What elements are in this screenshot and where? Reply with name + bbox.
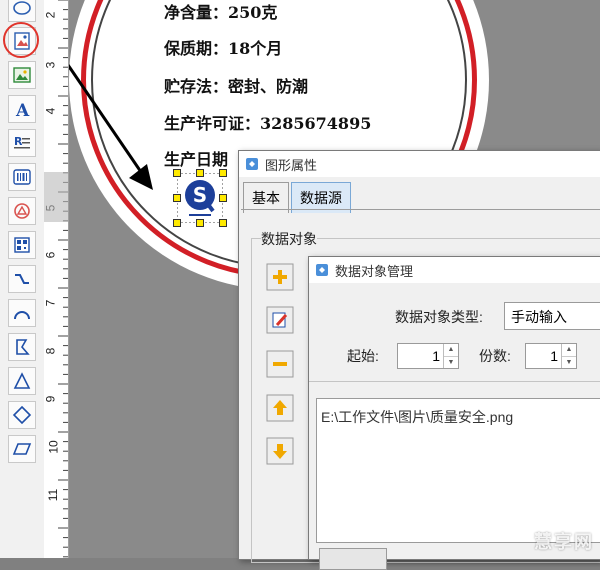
line-icon (15, 274, 29, 284)
content-text: E:\工作文件\图片\质量安全.png (321, 409, 514, 425)
separator (309, 381, 600, 382)
resize-handle[interactable] (196, 219, 204, 227)
ruler-number: 2 (44, 11, 58, 19)
resize-handle[interactable] (196, 169, 204, 177)
ruler-ticks (58, 0, 68, 558)
svg-text:S: S (193, 183, 207, 207)
copies-value: 1 (550, 348, 558, 364)
text-tool[interactable]: A (8, 95, 36, 123)
start-spinner-buttons[interactable]: ▲ ▼ (443, 344, 458, 368)
highlight-circle (3, 22, 39, 58)
svg-text:R: R (14, 135, 23, 148)
dialog-title: 图形属性 (265, 157, 318, 173)
app-icon (316, 264, 328, 276)
add-icon (266, 263, 294, 291)
dialog-titlebar[interactable]: 数据对象管理 (309, 257, 600, 283)
ellipse-tool[interactable] (8, 0, 36, 22)
resize-handle[interactable] (219, 169, 227, 177)
data-object-manager-dialog: 数据对象管理 数据对象类型: 手动输入 起始: 1 ▲ ▼ 份数: 1 ▲ ▼ E:… (308, 256, 600, 570)
dialog-titlebar[interactable]: 图形属性 (239, 151, 600, 177)
picture-tool[interactable] (8, 61, 36, 89)
remove-button[interactable] (266, 350, 294, 378)
dialog-title: 数据对象管理 (335, 263, 414, 279)
shape-tool[interactable] (8, 197, 36, 225)
label-license[interactable]: 生产许可证：3285674895 (164, 110, 371, 134)
spin-down-icon[interactable]: ▼ (562, 357, 576, 369)
resize-handle[interactable] (219, 219, 227, 227)
qr-tool[interactable] (8, 231, 36, 259)
copies-label: 份数: (479, 348, 511, 364)
triangle-icon (13, 372, 31, 389)
start-value: 1 (432, 348, 440, 364)
ruler-selection-marker (44, 172, 68, 222)
rich-text-icon: R (14, 135, 30, 149)
copies-spinner-buttons[interactable]: ▲ ▼ (561, 344, 576, 368)
move-up-button[interactable] (266, 394, 294, 422)
qr-icon (14, 237, 30, 253)
spin-up-icon[interactable]: ▲ (444, 344, 458, 357)
move-down-icon (266, 437, 294, 465)
barcode-icon (13, 169, 31, 185)
spin-up-icon[interactable]: ▲ (562, 344, 576, 357)
data-object-group-label: 数据对象 (261, 229, 317, 249)
diamond-tool[interactable] (8, 401, 36, 429)
ruler-number: 10 (46, 440, 61, 454)
edit-button[interactable] (266, 306, 294, 334)
move-up-icon (266, 394, 294, 422)
type-label: 数据对象类型: (395, 309, 483, 325)
copies-spinner[interactable]: 1 ▲ ▼ (525, 343, 577, 369)
edit-icon (266, 306, 294, 334)
ruler-number: 4 (44, 107, 58, 115)
parallelogram-icon (12, 443, 32, 455)
ruler-number: 3 (44, 61, 58, 69)
add-button[interactable] (266, 263, 294, 291)
polygon-tool[interactable] (8, 333, 36, 361)
rich-text-tool[interactable]: R (8, 129, 36, 157)
text-icon: A (15, 101, 30, 119)
start-spinner[interactable]: 1 ▲ ▼ (397, 343, 459, 369)
type-select[interactable]: 手动输入 (504, 302, 600, 330)
resize-handle[interactable] (173, 169, 181, 177)
ruler-number: 8 (44, 347, 58, 355)
shape-icon (14, 203, 30, 219)
picture-icon (13, 67, 31, 83)
resize-handle[interactable] (173, 219, 181, 227)
line-tool[interactable] (8, 265, 36, 293)
label-net-content[interactable]: 净含量：250克 (164, 0, 277, 23)
bottom-button[interactable] (319, 548, 387, 570)
polygon-icon (16, 339, 30, 355)
barcode-tool[interactable] (8, 163, 36, 191)
qs-logo-icon: S (176, 172, 224, 224)
move-down-button[interactable] (266, 437, 294, 465)
ruler-number: 6 (44, 251, 58, 259)
content-textarea[interactable]: E:\工作文件\图片\质量安全.png (316, 398, 600, 543)
resize-handle[interactable] (173, 194, 181, 202)
ruler-number: 9 (44, 395, 58, 403)
ruler-number: 7 (44, 299, 58, 307)
resize-handle[interactable] (219, 194, 227, 202)
parallelogram-tool[interactable] (8, 435, 36, 463)
watermark: 慧享网 (534, 532, 594, 552)
start-label: 起始: (347, 348, 379, 364)
arc-icon (14, 311, 30, 320)
app-icon (246, 158, 258, 170)
vertical-ruler: 2 3 4 5 6 7 8 9 10 11 (44, 0, 69, 558)
spin-down-icon[interactable]: ▼ (444, 357, 458, 369)
triangle-tool[interactable] (8, 367, 36, 395)
diamond-icon (12, 405, 32, 425)
tool-palette: A R (0, 0, 45, 558)
ellipse-icon (13, 1, 31, 15)
ruler-number: 11 (46, 488, 61, 502)
selected-logo-graphic[interactable]: S (173, 169, 227, 227)
svg-text:A: A (15, 101, 30, 119)
remove-icon (266, 350, 294, 378)
arc-tool[interactable] (8, 299, 36, 327)
